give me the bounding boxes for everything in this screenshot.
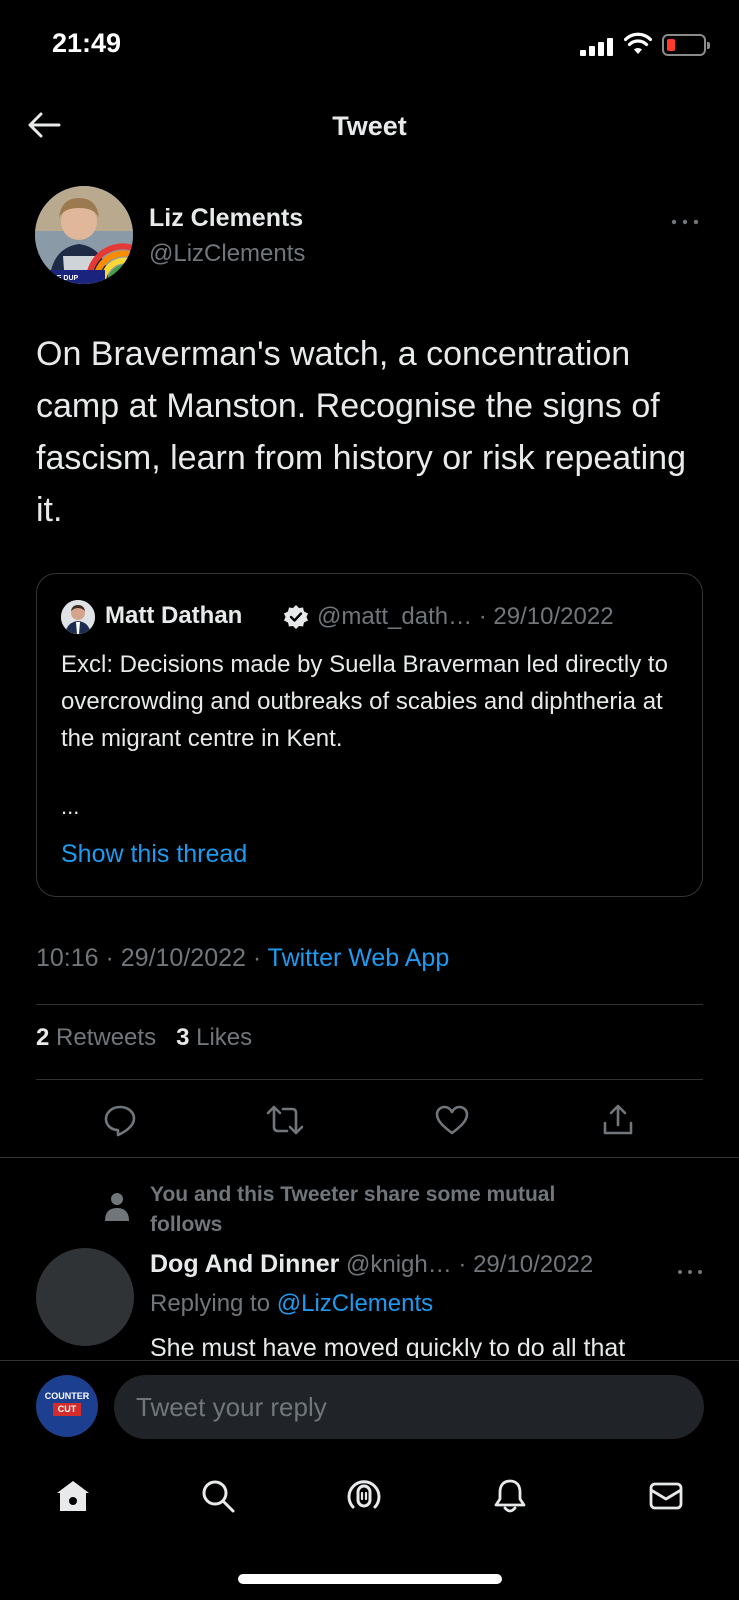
divider <box>36 1004 703 1005</box>
reply-tweet[interactable]: Dog And Dinner @knigh… · 29/10/2022 Repl… <box>36 1248 703 1358</box>
retweet-icon <box>266 1105 304 1135</box>
reply-text: She must have moved quickly to do all th… <box>150 1334 626 1358</box>
avatar-text-line1: COUNTER <box>44 1391 90 1401</box>
retweets-stat[interactable]: 2 Retweets <box>36 1024 156 1051</box>
status-bar: 21:49 <box>0 0 739 92</box>
likes-label: Likes <box>189 1024 253 1051</box>
reply-author-name[interactable]: Dog And Dinner <box>150 1250 339 1278</box>
author-name[interactable]: Liz Clements <box>149 204 303 233</box>
tab-bar <box>0 1460 739 1530</box>
author-handle[interactable]: @LizClements <box>149 240 305 268</box>
like-button[interactable] <box>432 1100 472 1140</box>
replying-to: Replying to @LizClements <box>150 1290 433 1318</box>
more-icon <box>678 1270 702 1274</box>
heart-icon <box>435 1105 469 1135</box>
tab-home[interactable] <box>53 1476 93 1516</box>
tweet-timestamp: 10:16 · 29/10/2022 · Twitter Web App <box>36 944 449 973</box>
tweet-text: On Braverman's watch, a concentration ca… <box>36 335 686 529</box>
replying-to-prefix: Replying to <box>150 1290 277 1317</box>
spaces-icon <box>347 1480 381 1509</box>
author-avatar[interactable]: P THE DUP <box>35 186 133 284</box>
person-icon <box>105 1193 129 1221</box>
verified-badge-icon <box>284 605 308 629</box>
home-icon <box>57 1481 89 1511</box>
search-icon <box>202 1480 235 1513</box>
quoted-tweet[interactable]: Matt Dathan @matt_dath… · 29/10/2022 Exc… <box>36 573 703 897</box>
quoted-ellipsis: ... <box>61 794 80 819</box>
avatar-text-line2: CUT <box>53 1403 81 1416</box>
quoted-author-name: Matt Dathan <box>105 602 243 629</box>
reply-header: Dog And Dinner @knigh… · 29/10/2022 <box>150 1250 593 1279</box>
tweet-time: 10:16 · 29/10/2022 · <box>36 944 268 972</box>
reply-more-button[interactable] <box>677 1256 703 1282</box>
signal-icon <box>580 38 614 56</box>
tweet-actions <box>0 1100 739 1150</box>
svg-text:P THE DUP: P THE DUP <box>41 275 79 282</box>
reply-meta: @knigh… · 29/10/2022 <box>339 1251 594 1278</box>
likes-stat[interactable]: 3 Likes <box>176 1024 252 1051</box>
replying-to-link[interactable]: @LizClements <box>277 1290 433 1317</box>
quoted-meta: @matt_dath… · 29/10/2022 <box>317 603 614 630</box>
mutual-follows-text: You and this Tweeter share some mutual f… <box>150 1183 556 1236</box>
more-icon <box>671 219 699 225</box>
tweet-author: P THE DUP Liz Clements @LizClements <box>35 186 705 286</box>
share-button[interactable] <box>598 1100 638 1140</box>
page-title: Tweet <box>332 111 407 141</box>
reply-author-avatar[interactable] <box>36 1248 134 1346</box>
show-thread-link[interactable]: Show this thread <box>61 840 247 869</box>
reply-composer: COUNTER CUT <box>0 1360 739 1450</box>
battery-icon <box>662 34 710 56</box>
status-time: 21:49 <box>52 28 122 58</box>
bell-icon <box>494 1479 526 1513</box>
reply-button[interactable] <box>100 1100 140 1140</box>
reply-input[interactable] <box>114 1375 704 1439</box>
divider <box>0 1157 739 1158</box>
tab-messages[interactable] <box>646 1476 686 1516</box>
likes-count: 3 <box>176 1024 190 1051</box>
mail-icon <box>649 1482 683 1510</box>
tweet-source-link[interactable]: Twitter Web App <box>268 944 450 972</box>
share-icon <box>603 1104 633 1135</box>
wifi-icon <box>624 32 652 54</box>
tab-notifications[interactable] <box>490 1476 530 1516</box>
reply-icon <box>104 1105 136 1137</box>
retweets-count: 2 <box>36 1024 50 1051</box>
divider <box>36 1079 703 1080</box>
quoted-author-avatar[interactable] <box>61 600 95 634</box>
header: Tweet <box>0 95 739 155</box>
home-indicator <box>238 1574 502 1584</box>
retweets-label: Retweets <box>49 1024 157 1051</box>
more-button[interactable] <box>665 206 705 226</box>
tweet-stats: 2 Retweets 3 Likes <box>36 1024 252 1052</box>
current-user-avatar[interactable]: COUNTER CUT <box>36 1375 98 1437</box>
quoted-text: Excl: Decisions made by Suella Braverman… <box>61 651 668 752</box>
retweet-button[interactable] <box>265 1100 305 1140</box>
tab-spaces[interactable] <box>344 1476 384 1516</box>
tab-search[interactable] <box>198 1476 238 1516</box>
